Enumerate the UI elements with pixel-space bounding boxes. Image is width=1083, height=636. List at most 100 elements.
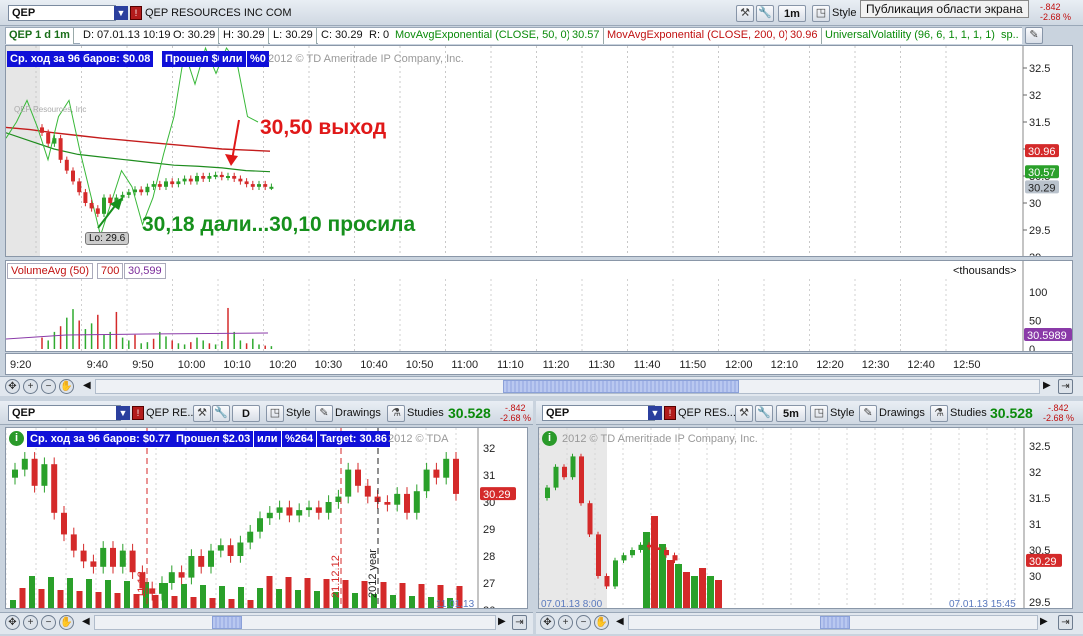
bl-scrollbar[interactable]	[94, 615, 496, 630]
candle-body	[232, 176, 237, 179]
bl-candle-body	[159, 583, 165, 594]
premarket-shade	[6, 46, 40, 256]
br-price-tick: 32.5	[1029, 441, 1050, 453]
pan-icon[interactable]: ✥	[5, 379, 20, 394]
bl-style-button[interactable]: Style	[286, 407, 310, 419]
br-scroll-left-icon[interactable]: ◀	[616, 616, 624, 627]
br-candle-body	[553, 466, 559, 488]
settings-icon[interactable]: 🔧	[756, 5, 774, 22]
br-style-button[interactable]: Style	[830, 407, 854, 419]
aggregation-button[interactable]: 1m	[778, 5, 806, 22]
annotation-entry: 30,18 дали...30,10 просила	[142, 213, 416, 236]
bl-info-icon[interactable]: i	[9, 431, 24, 446]
price-tag-label: 30.29	[1028, 182, 1056, 194]
symbol-dropdown-icon[interactable]: ▼	[114, 6, 128, 20]
candle-body	[238, 178, 243, 182]
price-tag-label: 30.57	[1028, 167, 1056, 179]
bl-zoom-out-icon[interactable]: −	[41, 615, 56, 630]
bl-drawings-button[interactable]: Drawings	[335, 407, 381, 419]
chart-settings-icon[interactable]: ✎	[1025, 27, 1043, 44]
bl-scroll-left-icon[interactable]: ◀	[82, 616, 90, 627]
br-symbol-dropdown-icon[interactable]: ▼	[648, 406, 662, 420]
candle-body	[64, 159, 69, 171]
bl-volume-bar	[285, 577, 292, 608]
br-drawings-button[interactable]: Drawings	[879, 407, 925, 419]
br-candle-body	[664, 550, 669, 556]
br-candle-body	[655, 547, 661, 550]
bl-candle-body	[61, 512, 67, 535]
hand-icon[interactable]: ✋	[59, 379, 74, 394]
bl-settings-icon[interactable]: 🔧	[212, 405, 230, 422]
br-expand-icon[interactable]: ⇥	[1058, 615, 1073, 630]
top-info-bar: QEP 1 d 1m D: 07.01.13 10:19 O: 30.29 H:…	[5, 27, 1022, 44]
company-name: QEP RESOURCES INC COM	[145, 7, 292, 19]
br-drawing-tools-icon[interactable]: ⚒	[735, 405, 753, 422]
price-tick-label: 32	[1029, 90, 1041, 102]
bl-volume-bar	[304, 578, 311, 608]
bl-candle-body	[394, 493, 401, 505]
bl-volume-bar	[19, 588, 26, 608]
style-label[interactable]: Style	[832, 7, 856, 19]
br-link-icon[interactable]: !	[664, 406, 676, 420]
br-candle-body	[562, 466, 567, 478]
br-symbol-field[interactable]: QEP	[542, 405, 655, 421]
bl-hand-icon[interactable]: ✋	[59, 615, 74, 630]
br-style-icon[interactable]: ◳	[810, 405, 828, 422]
br-price-tick: 31	[1029, 519, 1041, 531]
style-icon[interactable]: ◳	[812, 5, 830, 22]
br-zoom-in-icon[interactable]: +	[558, 615, 573, 630]
bl-volume-bar	[257, 588, 263, 608]
bl-candle-body	[364, 485, 371, 497]
link-icon[interactable]: !	[130, 6, 142, 20]
bl-symbol-field[interactable]: QEP	[8, 405, 121, 421]
bl-candle-body	[266, 512, 273, 519]
bl-link-icon[interactable]: !	[132, 406, 144, 420]
br-candle-body	[638, 544, 644, 550]
top-symbol-field[interactable]: QEP	[8, 5, 116, 21]
time-tick-label: 12:10	[771, 359, 799, 371]
br-studies-button[interactable]: Studies	[950, 407, 987, 419]
br-settings-icon[interactable]: 🔧	[755, 405, 773, 422]
br-zoom-out-icon[interactable]: −	[576, 615, 591, 630]
br-date-left: 07.01.13 8:00	[541, 599, 603, 609]
br-candle-body	[545, 487, 550, 498]
bl-aggregation-button[interactable]: D	[232, 405, 260, 422]
drawing-tools-icon[interactable]: ⚒	[736, 5, 754, 22]
scroll-right-icon[interactable]: ▶	[1043, 380, 1051, 391]
br-candle-body	[630, 550, 635, 556]
bl-scroll-right-icon[interactable]: ▶	[498, 616, 506, 627]
bl-marker-label: 21.12.12	[330, 555, 342, 598]
exit-arrow-head	[225, 154, 238, 166]
br-price-tick: 32	[1029, 467, 1041, 479]
br-scroll-thumb[interactable]	[820, 616, 850, 629]
bl-zoom-in-icon[interactable]: +	[23, 615, 38, 630]
bl-scroll-thumb[interactable]	[212, 616, 242, 629]
top-time-axis: 9:20 9:40 9:50 10:00 10:10 10:20 10:30 10:40 10:…	[5, 353, 1073, 375]
time-tick-label: 12:40	[907, 359, 935, 371]
scroll-left-icon[interactable]: ◀	[83, 380, 91, 391]
bl-drawing-tools-icon[interactable]: ⚒	[193, 405, 211, 422]
br-pan-icon[interactable]: ✥	[540, 615, 555, 630]
time-tick-label: 12:20	[816, 359, 844, 371]
bl-symbol-dropdown-icon[interactable]: ▼	[116, 406, 130, 420]
br-info-icon[interactable]: i	[542, 431, 557, 446]
bl-studies-icon[interactable]: ⚗	[387, 405, 405, 422]
bl-expand-icon[interactable]: ⇥	[512, 615, 527, 630]
bl-pan-icon[interactable]: ✥	[5, 615, 20, 630]
br-drawings-icon[interactable]: ✎	[859, 405, 877, 422]
br-aggregation-button[interactable]: 5m	[776, 405, 806, 422]
expand-icon[interactable]: ⇥	[1058, 379, 1073, 394]
br-hand-icon[interactable]: ✋	[594, 615, 609, 630]
bl-studies-button[interactable]: Studies	[407, 407, 444, 419]
zoom-out-icon[interactable]: −	[41, 379, 56, 394]
zoom-in-icon[interactable]: +	[23, 379, 38, 394]
top-scroll-thumb[interactable]	[503, 380, 739, 393]
bl-drawings-icon[interactable]: ✎	[315, 405, 333, 422]
br-scroll-right-icon[interactable]: ▶	[1040, 616, 1048, 627]
br-studies-icon[interactable]: ⚗	[930, 405, 948, 422]
bl-style-icon[interactable]: ◳	[266, 405, 284, 422]
price-tick-label: 30	[1029, 198, 1041, 210]
br-price-tick: 31.5	[1029, 493, 1050, 505]
bl-volume-bar	[124, 581, 130, 608]
bl-candle-body	[296, 510, 303, 516]
